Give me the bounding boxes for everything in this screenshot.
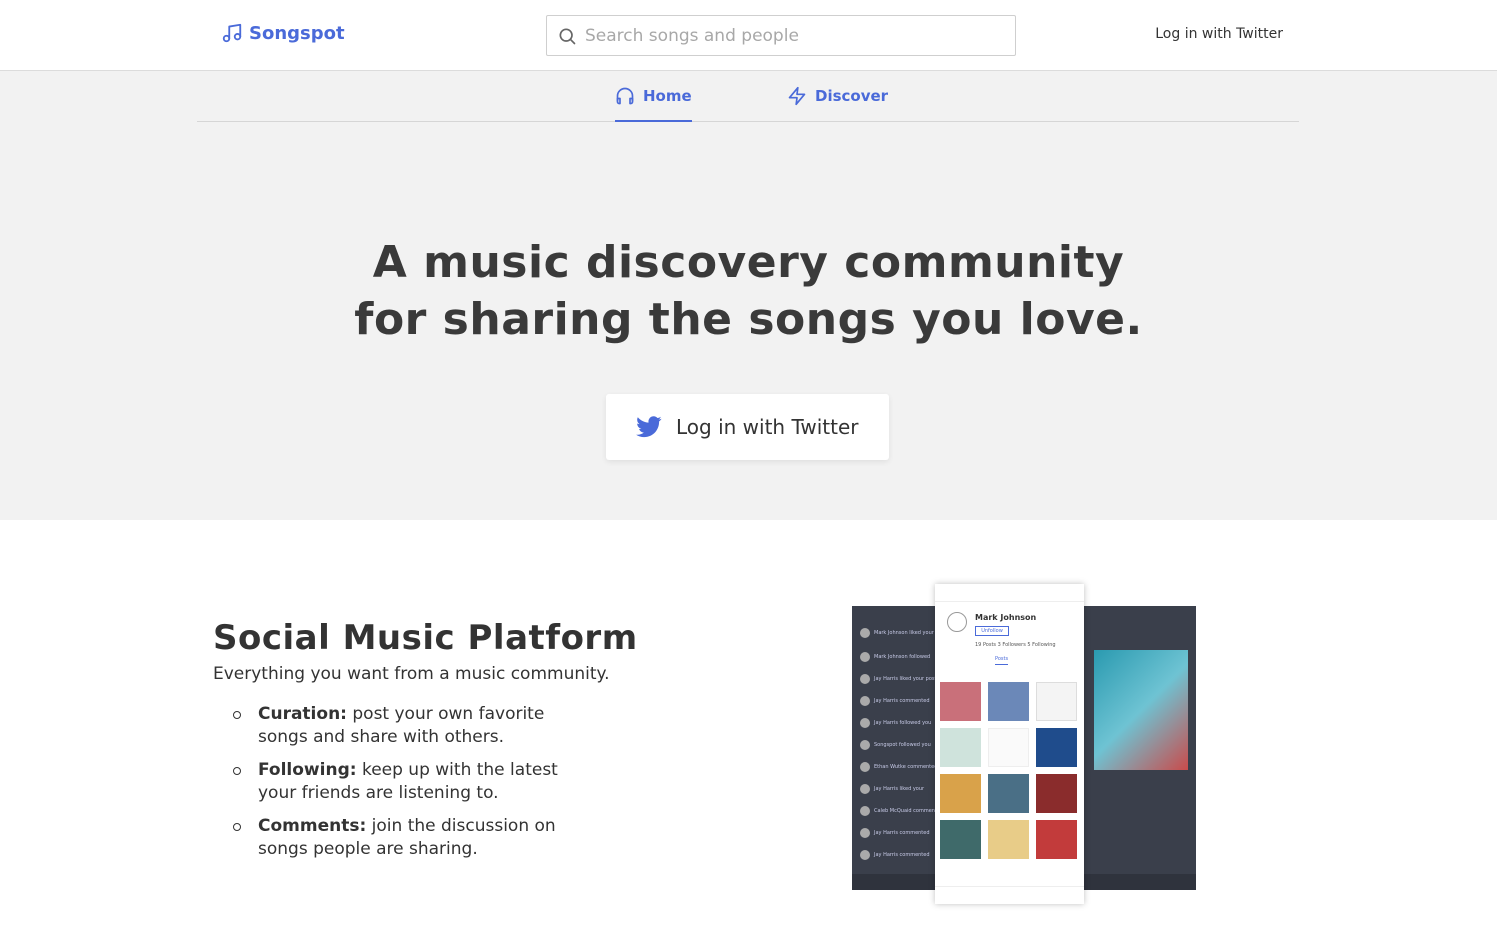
mockup-home-screen (1082, 606, 1196, 890)
feature-term: Following: (258, 760, 357, 780)
feature-title: Social Music Platform (213, 618, 638, 658)
brand-name: Songspot (249, 22, 345, 44)
twitter-login-label: Log in with Twitter (676, 415, 859, 439)
search-input[interactable] (585, 25, 985, 46)
tab-home-label: Home (643, 87, 692, 105)
mockup-tab-bar (935, 886, 1084, 904)
tab-home[interactable]: Home (615, 87, 692, 122)
header-login-link[interactable]: Log in with Twitter (1155, 26, 1283, 42)
avatar (947, 612, 967, 632)
search-box[interactable] (546, 15, 1016, 56)
mockup-profile-stats: 19 Posts 3 Followers 5 Following (975, 642, 1056, 648)
twitter-bird-icon (636, 416, 662, 438)
feature-term: Curation: (258, 704, 347, 724)
mockup-album-grid (940, 682, 1077, 859)
feature-item-comments: Comments: join the discussion on songs p… (233, 815, 583, 861)
hero-title-line-2: for sharing the songs you love. (354, 294, 1143, 345)
feature-list: Curation: post your own favorite songs a… (233, 703, 583, 871)
tab-discover[interactable]: Discover (787, 86, 889, 121)
lightning-icon (788, 86, 806, 106)
music-note-icon (222, 23, 242, 43)
feature-item-following: Following: keep up with the latest your … (233, 759, 583, 805)
mockup-header (935, 584, 1084, 602)
nav-tabs: Home Discover (197, 71, 1299, 122)
hero-title: A music discovery community for sharing … (0, 234, 1497, 348)
mockup-album-art (1094, 650, 1188, 770)
feature-term: Comments: (258, 816, 367, 836)
mockup-profile-name: Mark Johnson (975, 613, 1037, 622)
brand-logo[interactable]: Songspot (221, 22, 345, 44)
headphones-icon (616, 87, 634, 105)
search-icon (559, 28, 576, 44)
top-header: Songspot Log in with Twitter (0, 0, 1497, 71)
feature-item-curation: Curation: post your own favorite songs a… (233, 703, 583, 749)
mockup-profile-screen: Mark Johnson Unfollow 19 Posts 3 Followe… (935, 584, 1084, 904)
tab-discover-label: Discover (815, 87, 889, 105)
mockup-posts-tab: Posts (995, 656, 1009, 665)
app-screenshot-mockup: Mark Johnson liked your Mark Johnson fol… (852, 584, 1196, 904)
mockup-unfollow-button: Unfollow (975, 626, 1009, 636)
feature-subtitle: Everything you want from a music communi… (213, 664, 610, 684)
mockup-tab-bar (1082, 874, 1196, 890)
feature-section: Social Music Platform Everything you wan… (0, 520, 1497, 934)
twitter-login-button[interactable]: Log in with Twitter (606, 394, 889, 460)
hero-title-line-1: A music discovery community (372, 237, 1125, 288)
